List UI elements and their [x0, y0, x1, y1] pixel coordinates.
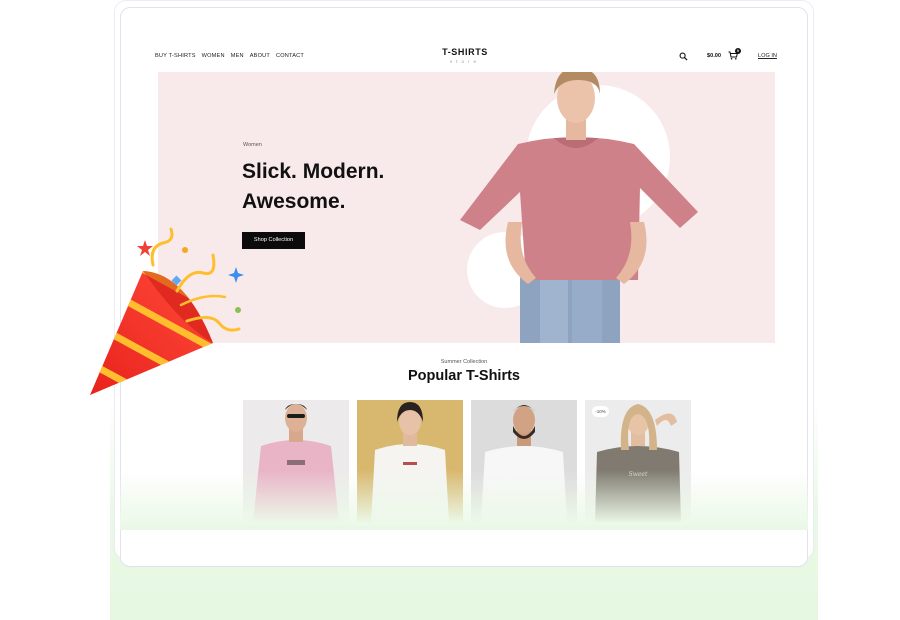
cart-count-badge: 0	[735, 48, 741, 54]
party-popper-icon	[90, 227, 244, 395]
logo-title: T-SHIRTS	[442, 47, 488, 57]
hero-tag: Women	[243, 142, 262, 148]
nav-contact[interactable]: CONTACT	[276, 53, 304, 59]
main-nav: BUY T-SHIRTS WOMEN MEN ABOUT CONTACT	[155, 53, 304, 59]
fade-overlay	[120, 470, 808, 530]
cart-price: $0.00	[707, 53, 721, 59]
site-header: BUY T-SHIRTS WOMEN MEN ABOUT CONTACT T-S…	[120, 40, 808, 70]
discount-badge: -10%	[592, 406, 609, 417]
hero-title: Slick. Modern. Awesome.	[242, 160, 385, 213]
nav-about[interactable]: ABOUT	[250, 53, 270, 59]
logo-subtitle: store	[449, 59, 480, 64]
nav-women[interactable]: WOMEN	[202, 53, 225, 59]
site-logo[interactable]: T-SHIRTS store	[440, 47, 490, 64]
login-link[interactable]: LOG IN	[758, 53, 777, 59]
nav-buy-tshirts[interactable]: BUY T-SHIRTS	[155, 53, 196, 59]
hero-model-image	[460, 72, 698, 343]
nav-men[interactable]: MEN	[231, 53, 244, 59]
search-icon[interactable]	[679, 52, 688, 61]
